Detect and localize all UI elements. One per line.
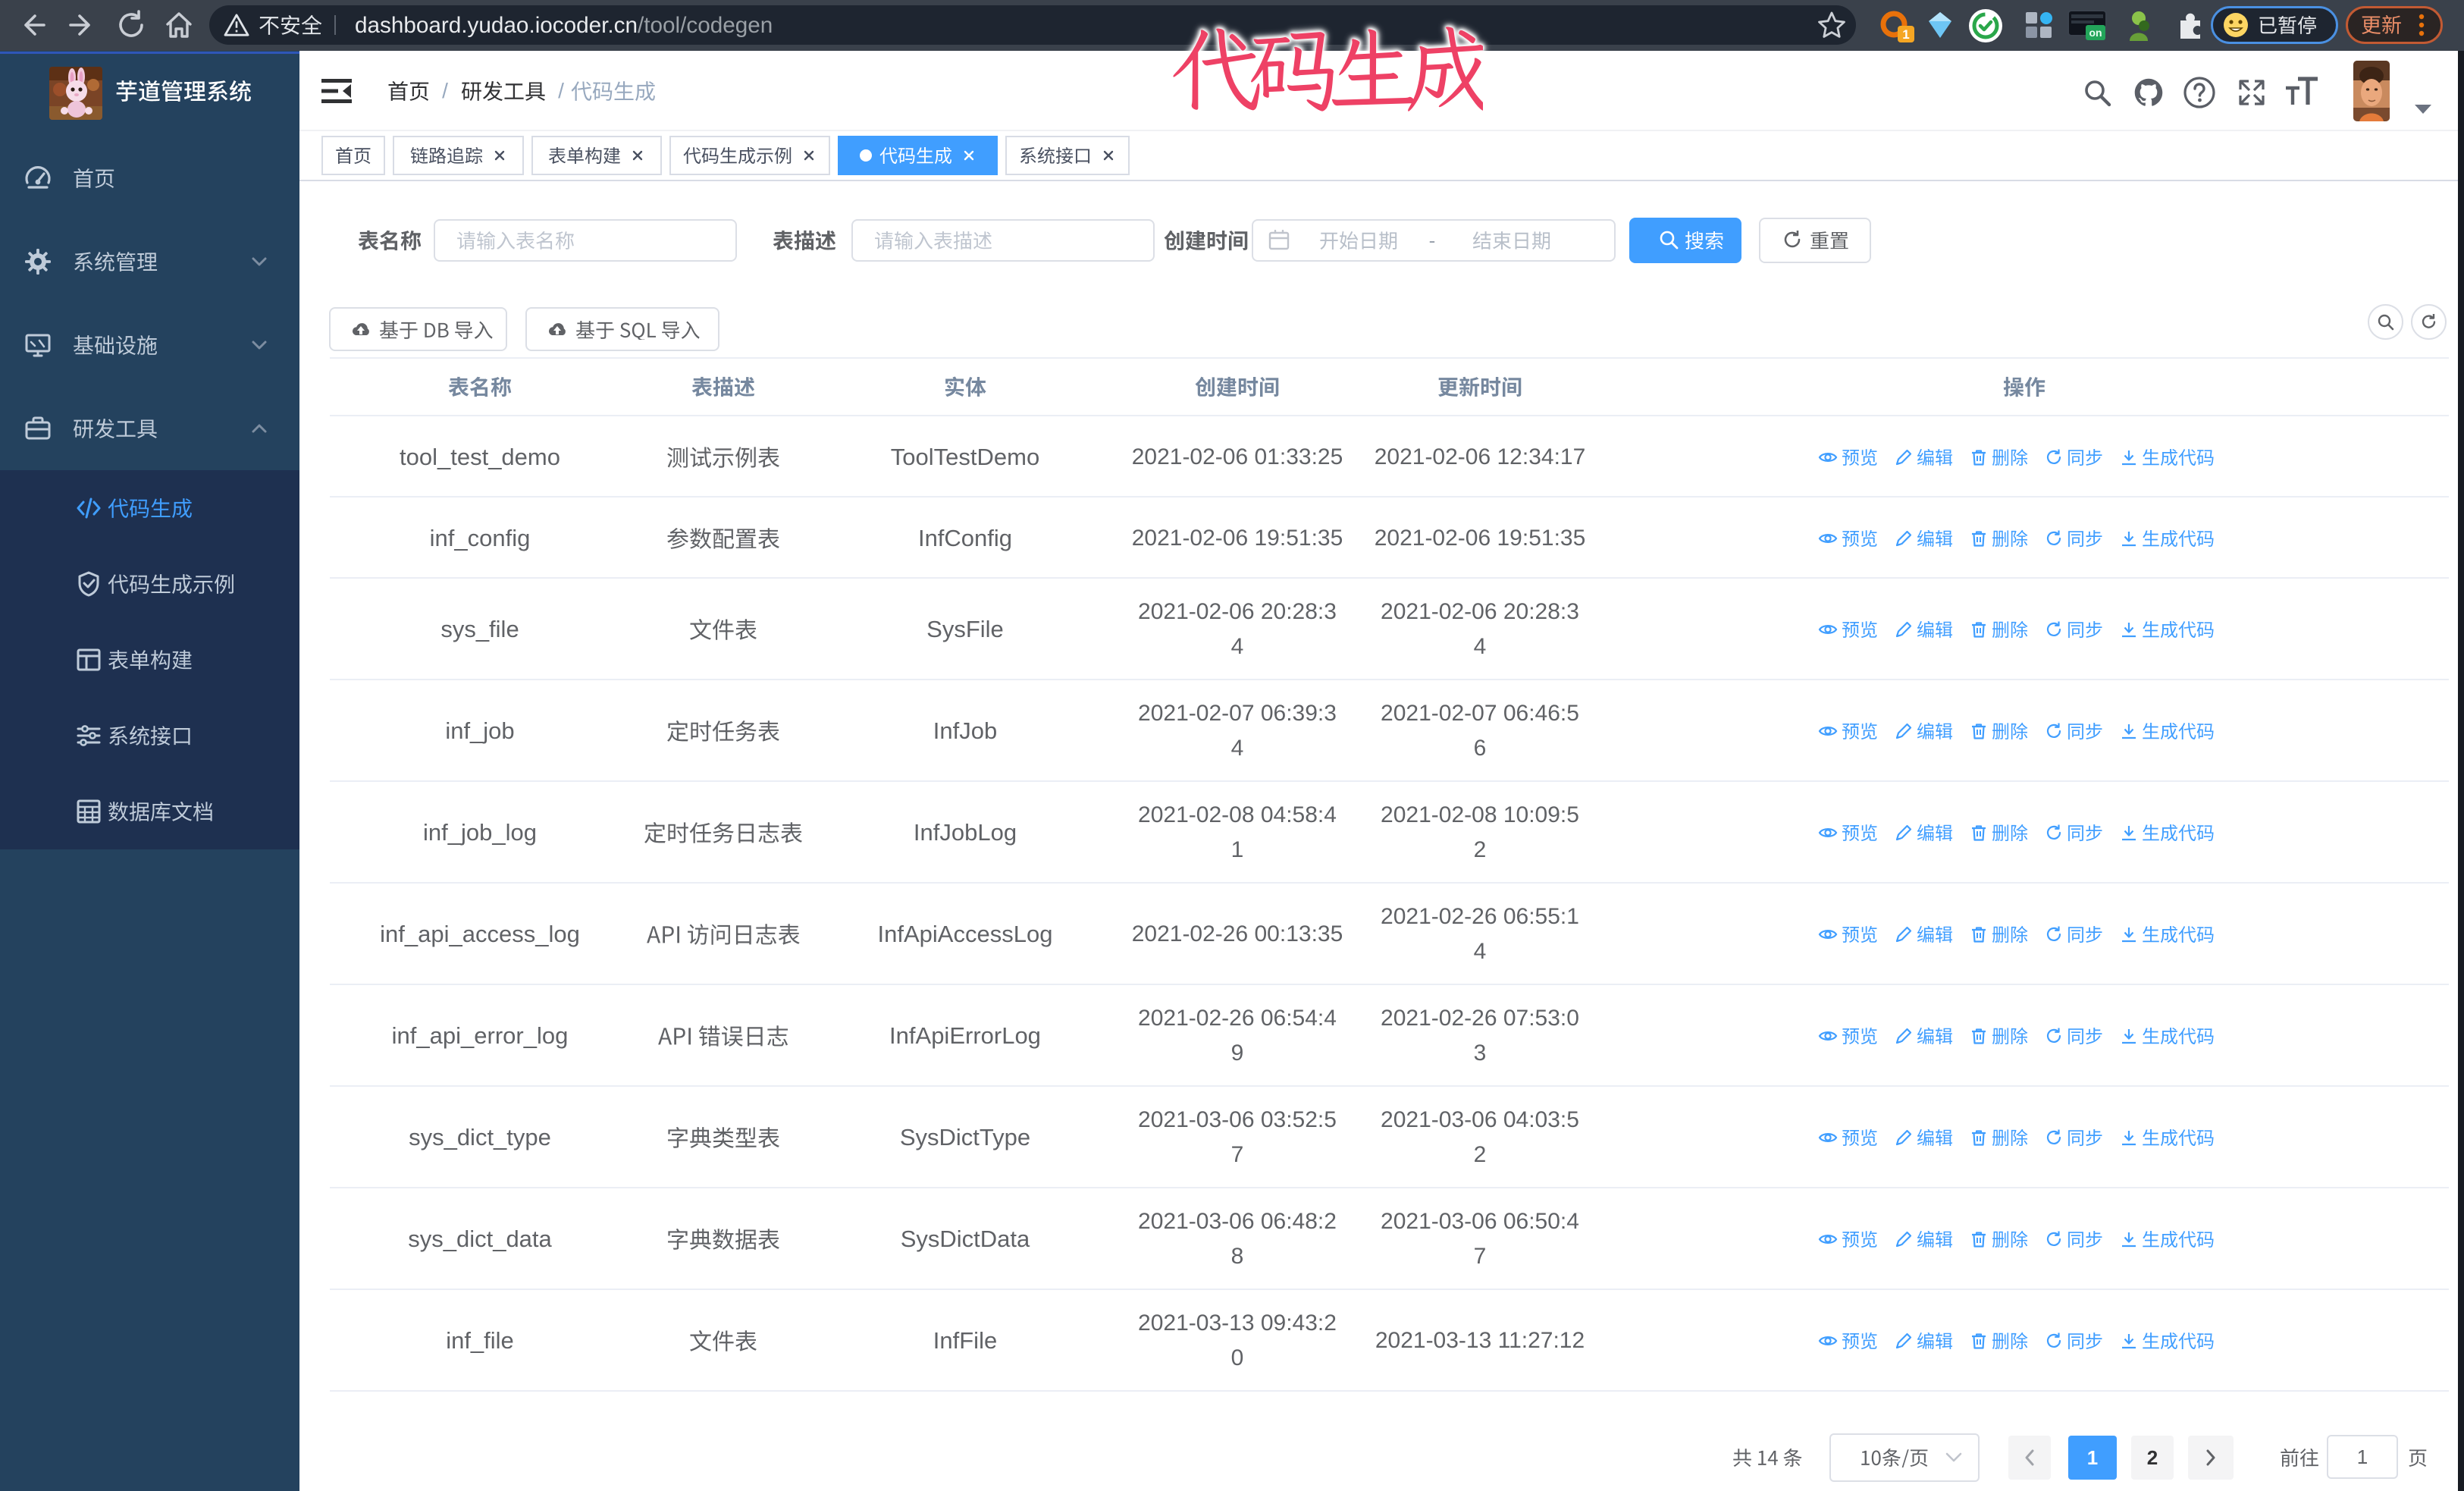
svg-text:on: on bbox=[2089, 27, 2102, 39]
svg-text:1: 1 bbox=[1902, 27, 1909, 42]
